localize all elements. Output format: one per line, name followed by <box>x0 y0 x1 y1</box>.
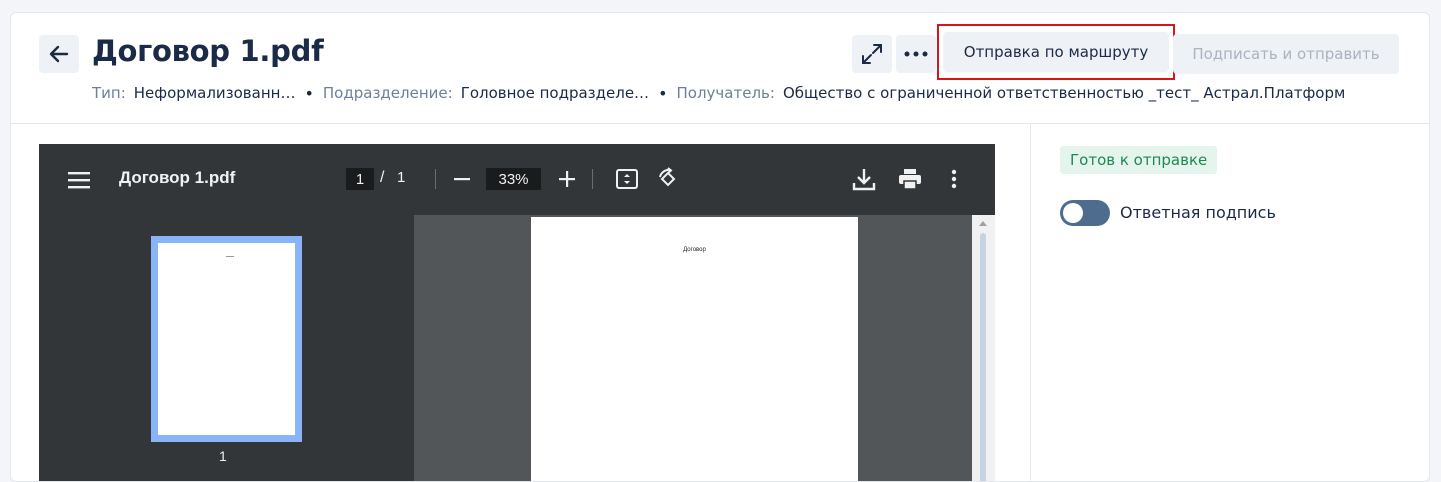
menu-button[interactable] <box>67 168 91 192</box>
recipient-value: Общество с ограниченной ответственностью… <box>782 84 1346 102</box>
toolbar-divider <box>435 169 436 189</box>
pdf-page: Договор <box>531 217 858 481</box>
scrollbar-thumb[interactable] <box>980 233 986 481</box>
pdf-scrollbar[interactable] <box>972 215 995 481</box>
type-label: Тип: <box>92 84 126 102</box>
scroll-up-icon[interactable] <box>979 221 987 226</box>
header-divider <box>11 123 1429 124</box>
toolbar-divider <box>592 169 593 189</box>
page-total: 1 <box>397 169 406 186</box>
viewer-more-button[interactable] <box>945 168 963 190</box>
download-icon <box>852 169 876 191</box>
more-button[interactable] <box>896 35 936 73</box>
thumbnail-page <box>158 243 295 435</box>
reply-signature-toggle[interactable] <box>1060 200 1110 226</box>
page-thumbnail[interactable] <box>151 236 302 442</box>
page-title: Договор 1.pdf <box>92 34 324 68</box>
back-button[interactable] <box>39 35 79 73</box>
zoom-in-button[interactable] <box>556 168 578 190</box>
send-by-route-button[interactable]: Отправка по маршруту <box>943 32 1169 72</box>
reply-signature-label: Ответная подпись <box>1120 203 1276 222</box>
meta-separator: • <box>304 83 314 103</box>
pdf-canvas: Договор <box>414 215 995 481</box>
rotate-button[interactable] <box>655 166 681 192</box>
status-badge: Готов к отправке <box>1060 146 1218 174</box>
sign-and-send-button[interactable]: Подписать и отправить <box>1173 34 1399 74</box>
route-button-highlight: Отправка по маршруту <box>937 24 1175 80</box>
thumbnail-number: 1 <box>219 448 227 464</box>
division-label: Подразделение: <box>322 84 453 102</box>
thumbnail-sidebar: 1 <box>39 215 414 481</box>
meta-separator: • <box>658 83 668 103</box>
download-button[interactable] <box>851 166 877 192</box>
type-value: Неформализованн… <box>133 84 296 102</box>
arrow-left-icon <box>49 45 69 63</box>
rotate-icon <box>659 167 676 187</box>
division-value: Головное подразделе… <box>460 84 650 102</box>
pdf-viewer: Договор 1.pdf 1 / 1 33% 1 Договор <box>39 144 995 481</box>
document-card: Договор 1.pdf Отправка по маршруту Подпи… <box>10 12 1430 482</box>
fit-page-button[interactable] <box>615 167 639 191</box>
fit-to-page-icon <box>616 169 638 189</box>
menu-icon <box>68 172 90 189</box>
toggle-knob <box>1063 203 1083 223</box>
pdf-filename: Договор 1.pdf <box>119 168 236 187</box>
document-meta: Тип: Неформализованн… • Подразделение: Г… <box>92 83 1427 103</box>
document-heading: Договор <box>683 247 706 253</box>
more-vertical-icon <box>951 169 957 189</box>
expand-icon <box>862 44 882 64</box>
zoom-input[interactable]: 33% <box>486 168 541 190</box>
pdf-toolbar: Договор 1.pdf 1 / 1 33% <box>39 144 995 215</box>
page-number-input[interactable]: 1 <box>346 168 374 190</box>
recipient-label: Получатель: <box>676 84 775 102</box>
print-icon <box>899 169 921 190</box>
minus-icon <box>454 178 470 181</box>
print-button[interactable] <box>897 166 923 192</box>
expand-button[interactable] <box>852 35 892 73</box>
page-separator: / <box>380 169 385 186</box>
more-horizontal-icon <box>904 51 928 57</box>
zoom-out-button[interactable] <box>451 168 473 190</box>
panel-divider <box>1030 124 1031 481</box>
thumbnail-text <box>226 256 234 257</box>
plus-icon <box>559 171 575 187</box>
